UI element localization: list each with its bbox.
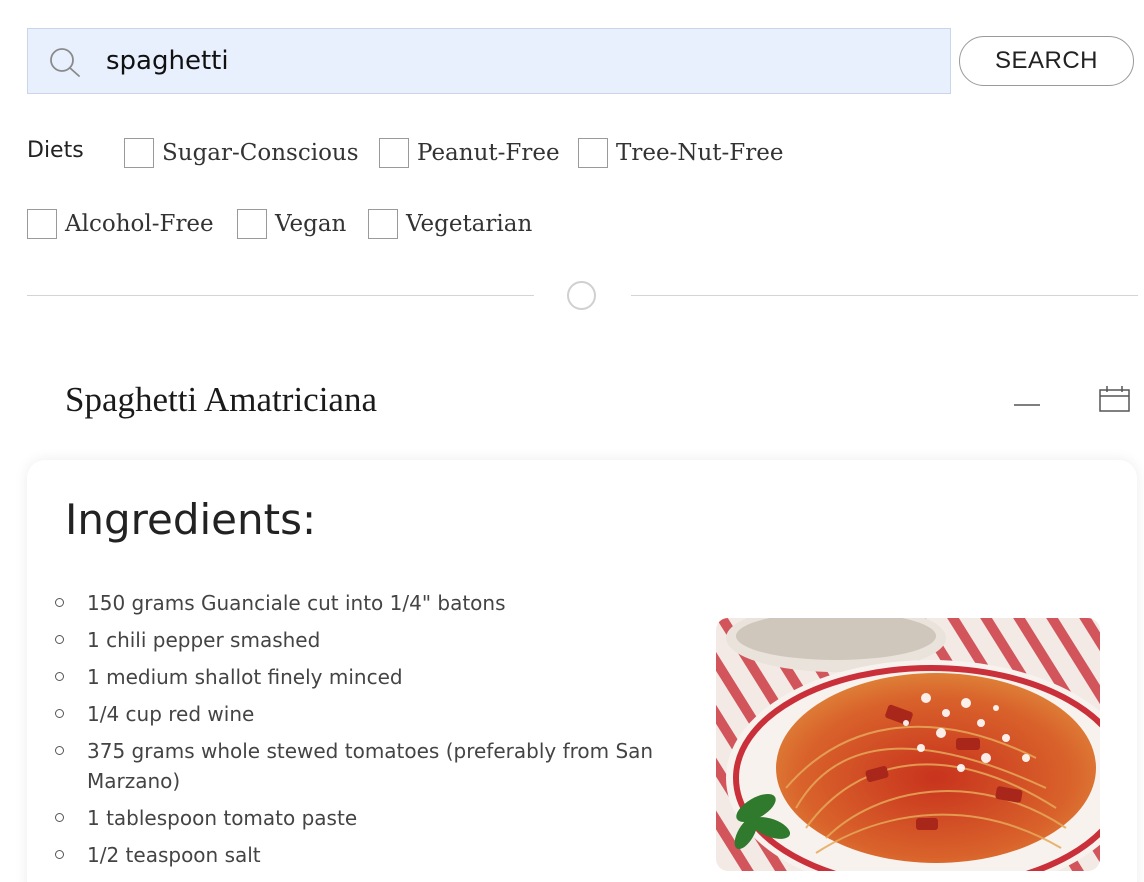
ingredient-text: 375 grams whole stewed tomatoes (prefera… [87,739,654,793]
checkbox[interactable] [124,138,154,168]
ingredients-heading: Ingredients: [65,495,317,544]
recipe-title: Spaghetti Amatriciana [65,380,377,419]
checkbox[interactable] [379,138,409,168]
recipe-search-page: SEARCH Diets Sugar-Conscious Peanut-Free… [0,0,1144,882]
bullet-icon [55,672,64,681]
divider-line-right [631,295,1138,296]
list-item: 1/4 cup red wine [55,699,695,729]
ingredient-list: 150 grams Guanciale cut into 1/4" batons… [55,588,695,877]
diet-option-tree-nut-free[interactable]: Tree-Nut-Free [578,138,783,168]
ingredient-text: 1/2 teaspoon salt [87,843,261,867]
list-item: 1 tablespoon tomato paste [55,803,695,833]
bullet-icon [55,635,64,644]
checkbox[interactable] [368,209,398,239]
diet-option-label: Alcohol-Free [65,211,214,237]
ingredient-text: 1 medium shallot finely minced [87,665,403,689]
search-icon [50,48,80,77]
bullet-icon [55,813,64,822]
ingredient-text: 150 grams Guanciale cut into 1/4" batons [87,591,506,615]
diet-option-label: Tree-Nut-Free [616,140,784,166]
list-item: 1/2 teaspoon salt [55,840,695,870]
list-item: 375 grams whole stewed tomatoes (prefera… [55,736,695,796]
bullet-icon [55,746,64,755]
list-item: 150 grams Guanciale cut into 1/4" batons [55,588,695,618]
diet-option-alcohol-free[interactable]: Alcohol-Free [27,209,214,239]
diet-option-label: Vegan [275,211,347,237]
ingredient-text: 1/4 cup red wine [87,702,255,726]
divider-line-left [27,295,534,296]
ingredient-text: 1 chili pepper smashed [87,628,321,652]
checkbox[interactable] [578,138,608,168]
diet-option-label: Sugar-Conscious [162,140,359,166]
checkbox[interactable] [27,209,57,239]
diets-label: Diets [27,138,84,163]
bullet-icon [55,709,64,718]
ingredient-text: 1 tablespoon tomato paste [87,806,358,830]
calendar-icon[interactable] [1098,385,1131,413]
list-item: 1 chili pepper smashed [55,625,695,655]
search-input[interactable] [106,41,926,81]
search-button[interactable]: SEARCH [959,36,1134,86]
diet-option-peanut-free[interactable]: Peanut-Free [379,138,560,168]
list-item: 1 medium shallot finely minced [55,662,695,692]
diet-option-vegetarian[interactable]: Vegetarian [368,209,532,239]
checkbox[interactable] [237,209,267,239]
minimize-icon[interactable] [1012,392,1042,412]
diet-option-label: Vegetarian [406,211,533,237]
diet-option-label: Peanut-Free [417,140,560,166]
search-bar[interactable] [27,28,951,94]
circle-icon [567,281,596,310]
diet-option-vegan[interactable]: Vegan [237,209,346,239]
bullet-icon [55,850,64,859]
diet-option-sugar-conscious[interactable]: Sugar-Conscious [124,138,359,168]
dish-image [716,618,1100,871]
bullet-icon [55,598,64,607]
